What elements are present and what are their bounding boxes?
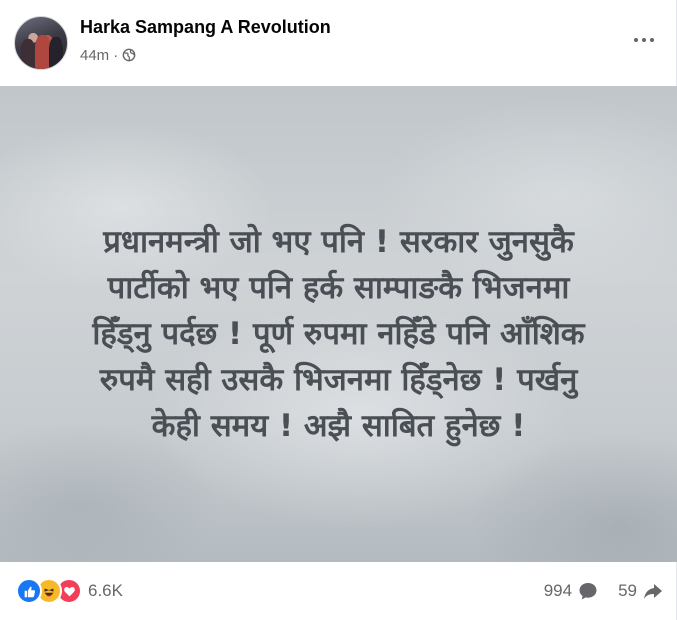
post-timestamp[interactable]: 44m: [80, 47, 109, 64]
post-card: Harka Sampang A Revolution 44m · प्रधानम…: [0, 0, 677, 620]
text-line: हिँड्नु पर्दछ ! पूर्ण रुपमा नहिँडे पनि आ…: [92, 316, 585, 352]
like-icon: [16, 578, 42, 604]
text-line: पार्टीको भए पनि हर्क साम्पाङकै भिजनमा: [107, 270, 570, 306]
share-icon: [644, 584, 662, 599]
engagement-stats: 994 59: [544, 578, 663, 604]
share-count: 59: [618, 581, 637, 600]
post-footer: 6.6K 994 59: [0, 562, 677, 620]
reactions-summary[interactable]: 6.6K: [16, 578, 123, 604]
post-image[interactable]: प्रधानमन्त्री जो भए पनि ! सरकार जुनसुकै …: [0, 86, 677, 562]
comments-stat[interactable]: 994: [544, 581, 598, 601]
comment-count: 994: [543, 581, 573, 600]
text-line: प्रधानमन्त्री जो भए पनि ! सरकार जुनसुकै: [103, 224, 574, 260]
globe-icon[interactable]: [122, 48, 136, 62]
post-meta: 44m ·: [80, 45, 136, 65]
author-avatar[interactable]: [14, 16, 68, 70]
meta-separator: ·: [113, 46, 119, 64]
text-line: रुपमै सही उसकै भिजनमा हिँड्नेछ ! पर्खनु: [99, 362, 578, 398]
post-image-text: प्रधानमन्त्री जो भए पनि ! सरकार जुनसुकै …: [30, 219, 647, 449]
comment-icon: [579, 583, 597, 600]
author-name[interactable]: Harka Sampang A Revolution: [80, 17, 331, 38]
more-options-icon[interactable]: [626, 26, 662, 54]
shares-stat[interactable]: 59: [618, 581, 663, 601]
post-header: Harka Sampang A Revolution 44m ·: [0, 0, 677, 86]
text-line: केही समय ! अझै साबित हुनेछ !: [151, 408, 526, 444]
reaction-count[interactable]: 6.6K: [88, 581, 123, 601]
